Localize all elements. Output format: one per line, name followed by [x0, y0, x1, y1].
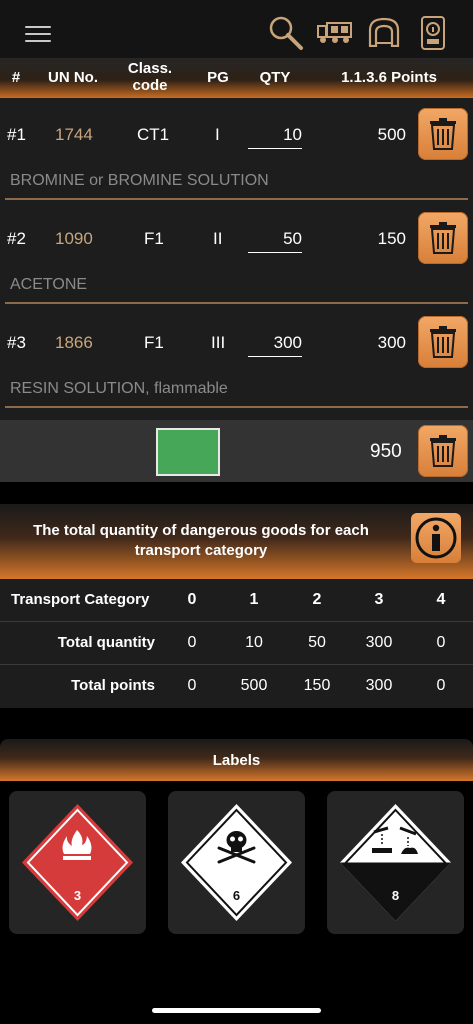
item-name: BROMINE or BROMINE SOLUTION [10, 172, 269, 189]
trash-icon [430, 326, 456, 358]
table-cell: 150 [303, 677, 331, 694]
item-un-number[interactable]: 1744 [55, 125, 93, 145]
transport-category-table: Transport Category 0 1 2 3 4 Total quant… [0, 579, 473, 708]
item-name: RESIN SOLUTION, flammable [10, 380, 228, 397]
labels-banner-title: Labels [212, 752, 261, 769]
hazard-label-card[interactable]: 3 [9, 791, 146, 934]
label-number: 6 [233, 888, 240, 903]
table-cell: 50 [308, 634, 326, 651]
item-pg: I [215, 125, 220, 144]
delete-item-button[interactable] [418, 316, 468, 368]
tunnel-icon[interactable] [368, 17, 400, 47]
table-header-row: Transport Category 0 1 2 3 4 [0, 579, 473, 622]
divider [5, 406, 468, 408]
item-num: #3 [7, 333, 26, 352]
item-qty-input[interactable]: 50 [248, 229, 302, 253]
column-num: # [11, 69, 21, 86]
info-button[interactable] [411, 513, 461, 563]
table-header-cell: 4 [436, 591, 446, 608]
table-cell: 0 [187, 634, 197, 651]
column-pg: PG [207, 69, 229, 86]
table-header-cell: 0 [187, 591, 197, 608]
item-un-number[interactable]: 1090 [55, 229, 93, 249]
table-header-cell: 1 [249, 591, 259, 608]
hazard-label-card[interactable]: 6 [168, 791, 305, 934]
home-indicator[interactable] [152, 1008, 321, 1013]
table-cell: 300 [365, 634, 393, 651]
table-header-cell: 3 [374, 591, 384, 608]
trash-icon [430, 435, 456, 467]
item-qty-input[interactable]: 300 [248, 333, 302, 357]
list-item[interactable]: #1 1744 CT1 I 10 500 BROMINE or BROMINE … [0, 98, 473, 202]
items-list: #1 1744 CT1 I 10 500 BROMINE or BROMINE … [0, 98, 473, 420]
divider [5, 198, 468, 200]
row-label: Total points [71, 677, 155, 694]
hazard-label-card[interactable]: 8 [327, 791, 464, 934]
label-number: 8 [392, 888, 399, 903]
column-un: UN No. [48, 69, 98, 86]
item-class-code: CT1 [137, 125, 170, 144]
item-points: 300 [377, 333, 406, 352]
table-header-cell: 2 [312, 591, 322, 608]
table-row: Total points 0 500 150 300 0 [0, 665, 473, 708]
item-class-code: F1 [144, 229, 164, 248]
item-pg: II [213, 229, 223, 248]
truck-icon[interactable] [317, 22, 353, 44]
item-pg: III [211, 333, 226, 352]
table-cell: 10 [245, 634, 263, 651]
transport-banner-title: The total quantity of dangerous goods fo… [33, 522, 369, 559]
list-item[interactable]: #2 1090 F1 II 50 150 ACETONE [0, 202, 473, 306]
column-points: 1.1.3.6 Points [341, 69, 437, 86]
status-indicator [156, 428, 220, 476]
table-cell: 0 [436, 677, 446, 694]
table-cell: 0 [187, 677, 197, 694]
transport-banner: The total quantity of dangerous goods fo… [0, 504, 473, 579]
total-points: 950 [370, 441, 402, 462]
flame-icon: 3 [22, 804, 133, 921]
table-cell: 500 [240, 677, 268, 694]
corrosive-icon: 8 [340, 804, 451, 921]
column-header: # UN No. Class. code PG QTY 1.1.3.6 Poin… [0, 58, 473, 98]
item-un-number[interactable]: 1866 [55, 333, 93, 353]
trash-icon [430, 118, 456, 150]
total-bar: 950 [0, 420, 473, 482]
hazard-labels: 3 6 8 [0, 781, 473, 941]
item-name: ACETONE [10, 276, 88, 293]
info-icon [415, 517, 457, 559]
top-toolbar [0, 0, 473, 58]
column-qty: QTY [259, 69, 291, 86]
skull-crossbones-icon: 6 [181, 804, 292, 921]
hamburger-menu-icon[interactable] [25, 26, 51, 42]
table-header-label: Transport Category [11, 591, 150, 608]
magnifier-icon[interactable] [268, 15, 304, 51]
item-num: #2 [7, 229, 26, 248]
delete-all-button[interactable] [418, 425, 468, 477]
item-class-code: F1 [144, 333, 164, 352]
table-cell: 300 [365, 677, 393, 694]
divider [5, 302, 468, 304]
item-qty-input[interactable]: 10 [248, 125, 302, 149]
delete-item-button[interactable] [418, 212, 468, 264]
item-points: 500 [377, 125, 406, 144]
table-row: Total quantity 0 10 50 300 0 [0, 622, 473, 665]
device-info-icon[interactable] [420, 15, 446, 51]
column-class: Class. code [127, 60, 173, 94]
labels-banner: Labels [0, 739, 473, 781]
item-num: #1 [7, 125, 26, 144]
trash-icon [430, 222, 456, 254]
list-item[interactable]: #3 1866 F1 III 300 300 RESIN SOLUTION, f… [0, 306, 473, 410]
row-label: Total quantity [57, 634, 155, 651]
item-points: 150 [377, 229, 406, 248]
label-number: 3 [74, 888, 81, 903]
delete-item-button[interactable] [418, 108, 468, 160]
table-cell: 0 [436, 634, 446, 651]
